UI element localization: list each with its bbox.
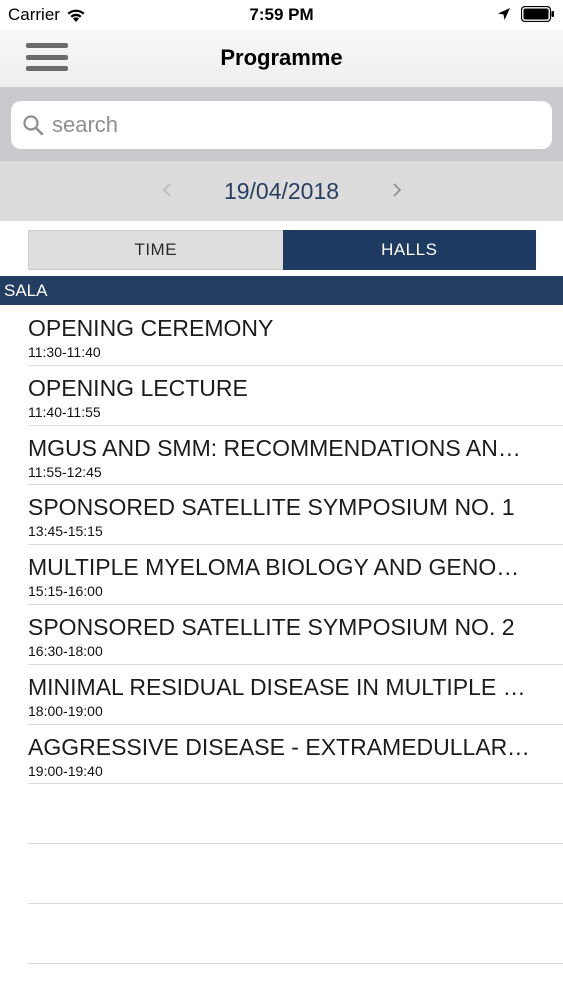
- session-title: AGGRESSIVE DISEASE - EXTRAMEDULLARY D…: [28, 733, 536, 760]
- session-list: OPENING CEREMONY 11:30-11:40 OPENING LEC…: [0, 306, 563, 964]
- navigation-bar: Programme: [0, 30, 563, 88]
- session-title: MINIMAL RESIDUAL DISEASE IN MULTIPLE M…: [28, 673, 536, 700]
- empty-list-row: [28, 904, 563, 964]
- session-row[interactable]: AGGRESSIVE DISEASE - EXTRAMEDULLARY D… 1…: [28, 725, 563, 785]
- session-row[interactable]: OPENING LECTURE 11:40-11:55: [28, 366, 563, 426]
- session-row[interactable]: OPENING CEREMONY 11:30-11:40: [28, 306, 563, 366]
- page-title: Programme: [220, 45, 343, 70]
- status-time: 7:59 PM: [249, 5, 314, 24]
- status-bar: Carrier 7:59 PM: [0, 0, 563, 30]
- next-date-button[interactable]: [388, 177, 406, 203]
- session-time: 11:40-11:55: [28, 403, 101, 420]
- session-time: 18:00-19:00: [28, 702, 103, 719]
- date-navigator: 19/04/2018: [0, 161, 563, 221]
- current-date: 19/04/2018: [223, 178, 340, 204]
- hall-section-header: SALA: [0, 276, 563, 305]
- session-title: MGUS AND SMM: RECOMMENDATIONS AND…: [28, 434, 536, 461]
- search-input[interactable]: [52, 112, 532, 138]
- tab-halls[interactable]: HALLS: [282, 230, 536, 270]
- empty-list-row: [28, 844, 563, 904]
- session-title: OPENING CEREMONY: [28, 315, 274, 341]
- tab-time[interactable]: TIME: [28, 230, 283, 270]
- empty-list-row: [28, 784, 563, 845]
- chevron-right-icon: [393, 183, 402, 197]
- battery-icon: [521, 6, 554, 22]
- location-arrow-icon: [498, 8, 510, 20]
- session-time: 19:00-19:40: [28, 762, 103, 779]
- session-row[interactable]: MINIMAL RESIDUAL DISEASE IN MULTIPLE M… …: [28, 665, 563, 725]
- search-bar-area: [0, 88, 563, 161]
- session-title: OPENING LECTURE: [28, 374, 248, 401]
- status-indicators: [497, 6, 555, 22]
- session-time: 11:55-12:45: [28, 463, 102, 480]
- session-title: SPONSORED SATELLITE SYMPOSIUM NO. 1: [28, 494, 515, 521]
- session-row[interactable]: MGUS AND SMM: RECOMMENDATIONS AND… 11:55…: [28, 426, 563, 486]
- search-icon: [23, 115, 44, 136]
- session-title: SPONSORED SATELLITE SYMPOSIUM NO. 2: [28, 613, 515, 640]
- session-time: 15:15-16:00: [28, 583, 103, 600]
- search-box[interactable]: [11, 101, 552, 149]
- session-row[interactable]: SPONSORED SATELLITE SYMPOSIUM NO. 1 13:4…: [28, 485, 563, 546]
- view-mode-segmented-control: TIME HALLS: [28, 230, 536, 270]
- session-time: 11:30-11:40: [28, 344, 101, 360]
- session-title: MULTIPLE MYELOMA BIOLOGY AND GENOM…: [28, 554, 536, 581]
- session-time: 13:45-15:15: [28, 523, 103, 540]
- session-time: 16:30-18:00: [28, 642, 103, 659]
- session-row[interactable]: MULTIPLE MYELOMA BIOLOGY AND GENOM… 15:1…: [28, 545, 563, 605]
- session-row[interactable]: SPONSORED SATELLITE SYMPOSIUM NO. 2 16:3…: [28, 605, 563, 665]
